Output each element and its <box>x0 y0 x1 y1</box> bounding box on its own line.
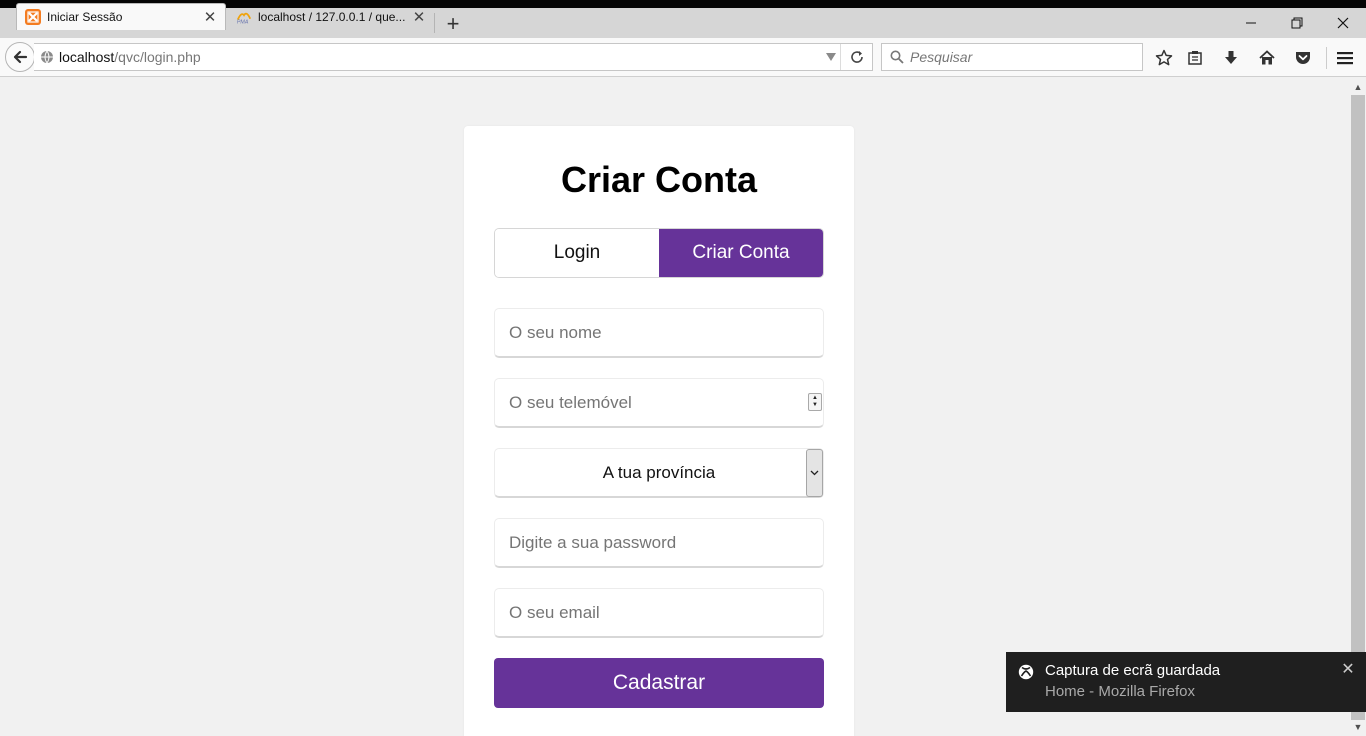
register-button[interactable]: Cadastrar <box>494 658 824 708</box>
phone-placeholder: O seu telemóvel <box>509 392 632 412</box>
page-title: Criar Conta <box>560 159 758 200</box>
downloads-icon[interactable] <box>1221 48 1241 68</box>
email-field[interactable]: O seu email <box>494 588 824 638</box>
signup-tab-button[interactable]: Criar Conta <box>659 229 823 277</box>
notification-title: Captura de ecrã guardada <box>1045 662 1221 679</box>
search-placeholder: Pesquisar <box>910 49 973 65</box>
home-icon[interactable] <box>1257 48 1277 68</box>
xampp-icon <box>25 9 41 25</box>
toolbar-separator <box>1326 47 1327 69</box>
url-bar[interactable]: localhost/qvc/login.php <box>34 43 873 71</box>
password-field[interactable]: Digite a sua password <box>494 518 824 568</box>
province-select[interactable]: A tua província <box>494 448 824 498</box>
tab-separator <box>434 13 435 33</box>
spinner-down-icon[interactable]: ▼ <box>812 402 818 409</box>
search-input[interactable]: Pesquisar <box>881 43 1143 71</box>
login-tab-button[interactable]: Login <box>495 229 659 277</box>
scrollbar-thumb[interactable] <box>1351 95 1365 720</box>
close-tab-icon[interactable]: ✕ <box>201 8 219 26</box>
back-button[interactable] <box>5 42 35 72</box>
minimize-icon[interactable] <box>1228 8 1274 38</box>
phpmyadmin-icon: PMA <box>236 9 252 25</box>
close-window-icon[interactable] <box>1320 8 1366 38</box>
spinner-up-icon[interactable]: ▲ <box>812 395 818 402</box>
phone-field[interactable]: O seu telemóvel ▲ ▼ <box>494 378 824 428</box>
auth-mode-switch: Login Criar Conta <box>494 228 824 278</box>
email-placeholder: O seu email <box>509 602 600 622</box>
name-placeholder: O seu nome <box>509 322 602 342</box>
password-placeholder: Digite a sua password <box>509 532 677 552</box>
reload-icon <box>850 51 863 63</box>
tab-iniciar-sessao[interactable]: Iniciar Sessão ✕ <box>16 3 226 30</box>
globe-icon <box>41 50 53 64</box>
page-viewport: Criar Conta Login Criar Conta O seu nome… <box>0 78 1350 736</box>
scroll-down-icon[interactable]: ▼ <box>1350 719 1366 735</box>
scroll-up-icon[interactable]: ▲ <box>1350 79 1366 95</box>
pocket-icon[interactable] <box>1293 48 1313 68</box>
notification-subtitle: Home - Mozilla Firefox <box>1045 683 1196 700</box>
bookmark-star-icon[interactable] <box>1154 48 1174 68</box>
url-history-dropdown-icon[interactable] <box>826 53 836 61</box>
reload-button[interactable] <box>840 44 872 70</box>
new-tab-icon[interactable]: + <box>441 11 465 36</box>
signup-card: Criar Conta Login Criar Conta O seu nome… <box>464 126 854 736</box>
svg-text:PMA: PMA <box>237 19 249 24</box>
restore-icon[interactable] <box>1274 8 1320 38</box>
xbox-icon <box>1018 664 1034 680</box>
hamburger-menu-icon[interactable] <box>1335 48 1355 68</box>
tab-phpmyadmin[interactable]: PMA localhost / 127.0.0.1 / que... ✕ <box>228 3 434 30</box>
tab-title: localhost / 127.0.0.1 / que... <box>258 9 406 24</box>
number-spinner[interactable]: ▲ ▼ <box>808 393 822 411</box>
screenshot-notification[interactable]: Captura de ecrã guardada Home - Mozilla … <box>1006 652 1366 712</box>
back-arrow-icon <box>13 50 28 64</box>
close-tab-icon[interactable]: ✕ <box>410 8 428 26</box>
name-field[interactable]: O seu nome <box>494 308 824 358</box>
url-host: localhost <box>59 49 115 65</box>
close-notification-icon[interactable]: ✕ <box>1340 661 1356 678</box>
url-path: /qvc/login.php <box>114 49 201 65</box>
chevron-down-icon[interactable] <box>806 449 823 497</box>
search-icon <box>890 50 904 64</box>
bookmarks-menu-icon[interactable] <box>1185 48 1205 68</box>
province-selected-value: A tua província <box>602 462 716 482</box>
navigation-toolbar: localhost/qvc/login.php Pesquisar <box>0 38 1366 77</box>
tab-title: Iniciar Sessão <box>47 10 123 24</box>
vertical-scrollbar[interactable]: ▲ ▼ <box>1350 78 1366 736</box>
